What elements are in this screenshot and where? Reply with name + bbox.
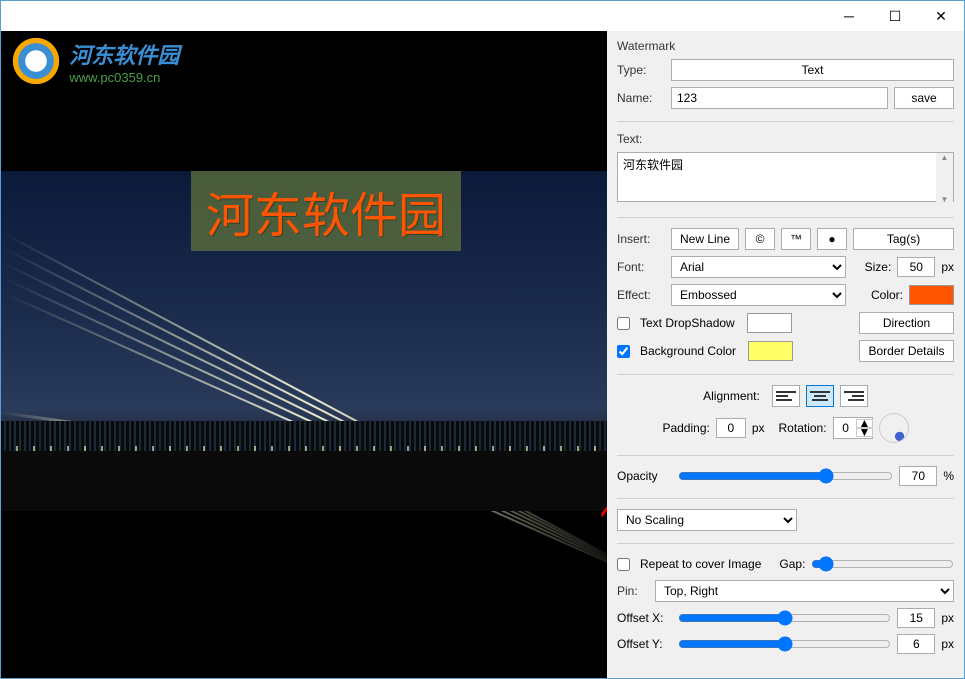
padding-label: Padding: xyxy=(662,421,709,435)
copyright-button[interactable]: © xyxy=(745,228,775,250)
text-label: Text: xyxy=(617,132,954,146)
settings-panel: Watermark Type: Text Name: save Text: ▲▼ xyxy=(607,31,964,678)
site-title: 河东软件园 xyxy=(69,38,179,70)
watermark-section-title: Watermark xyxy=(617,39,954,53)
rotation-spinner[interactable]: ▲▼ xyxy=(833,417,873,439)
align-center-button[interactable] xyxy=(806,385,834,407)
trademark-button[interactable]: ™ xyxy=(781,228,811,250)
size-input[interactable] xyxy=(897,257,935,277)
offsetx-unit: px xyxy=(941,611,954,625)
tags-button[interactable]: Tag(s) xyxy=(853,228,954,250)
effect-label: Effect: xyxy=(617,288,665,302)
bgcolor-label: Background Color xyxy=(640,344,736,358)
gap-label: Gap: xyxy=(779,557,805,571)
border-details-button[interactable]: Border Details xyxy=(859,340,954,362)
repeat-label: Repeat to cover Image xyxy=(640,557,761,571)
bgcolor-swatch[interactable] xyxy=(748,341,793,361)
offsety-label: Offset Y: xyxy=(617,637,672,651)
newline-button[interactable]: New Line xyxy=(671,228,739,250)
app-window: ─ ☐ ✕ 河东软件园 www.pc0359.cn xyxy=(0,0,965,679)
opacity-label: Opacity xyxy=(617,469,672,483)
content-area: 河东软件园 www.pc0359.cn 河东软件园 xyxy=(1,31,964,678)
offsetx-input[interactable] xyxy=(897,608,935,628)
offsety-slider[interactable] xyxy=(678,634,891,654)
dropshadow-checkbox[interactable] xyxy=(617,317,630,330)
align-left-button[interactable] xyxy=(772,385,800,407)
size-unit: px xyxy=(941,260,954,274)
offsety-input[interactable] xyxy=(897,634,935,654)
size-label: Size: xyxy=(865,260,892,274)
pin-select[interactable]: Top, Right xyxy=(655,580,954,602)
alignment-label: Alignment: xyxy=(703,389,760,403)
rotation-label: Rotation: xyxy=(779,421,827,435)
padding-input[interactable] xyxy=(716,418,746,438)
dropshadow-swatch[interactable] xyxy=(747,313,792,333)
color-label: Color: xyxy=(871,288,903,302)
bullet-button[interactable]: ● xyxy=(817,228,847,250)
site-logo: 河东软件园 www.pc0359.cn xyxy=(11,36,179,86)
rotation-preview-icon xyxy=(879,413,909,443)
close-button[interactable]: ✕ xyxy=(918,1,964,31)
maximize-button[interactable]: ☐ xyxy=(872,1,918,31)
minimize-button[interactable]: ─ xyxy=(826,1,872,31)
text-input[interactable] xyxy=(617,152,954,202)
gap-slider[interactable] xyxy=(811,554,954,574)
font-select[interactable]: Arial xyxy=(671,256,846,278)
site-url: www.pc0359.cn xyxy=(69,70,179,85)
logo-icon xyxy=(11,36,61,86)
dropshadow-label: Text DropShadow xyxy=(640,316,735,330)
type-button[interactable]: Text xyxy=(671,59,954,81)
opacity-slider[interactable] xyxy=(678,466,893,486)
preview-pane: 河东软件园 www.pc0359.cn 河东软件园 xyxy=(1,31,607,678)
type-label: Type: xyxy=(617,63,665,77)
offsetx-label: Offset X: xyxy=(617,611,672,625)
scaling-select[interactable]: No Scaling xyxy=(617,509,797,531)
opacity-input[interactable] xyxy=(899,466,937,486)
name-label: Name: xyxy=(617,91,665,105)
name-input[interactable] xyxy=(671,87,888,109)
padding-unit: px xyxy=(752,421,765,435)
offsetx-slider[interactable] xyxy=(678,608,891,628)
repeat-checkbox[interactable] xyxy=(617,558,630,571)
watermark-preview: 河东软件园 xyxy=(191,171,461,251)
direction-button[interactable]: Direction xyxy=(859,312,954,334)
textarea-scrollbar[interactable]: ▲▼ xyxy=(936,153,953,204)
insert-label: Insert: xyxy=(617,232,665,246)
font-label: Font: xyxy=(617,260,665,274)
align-right-button[interactable] xyxy=(840,385,868,407)
color-swatch[interactable] xyxy=(909,285,954,305)
offsety-unit: px xyxy=(941,637,954,651)
titlebar: ─ ☐ ✕ xyxy=(1,1,964,31)
effect-select[interactable]: Embossed xyxy=(671,284,846,306)
pin-label: Pin: xyxy=(617,584,649,598)
save-button[interactable]: save xyxy=(894,87,954,109)
bgcolor-checkbox[interactable] xyxy=(617,345,630,358)
opacity-unit: % xyxy=(943,469,954,483)
